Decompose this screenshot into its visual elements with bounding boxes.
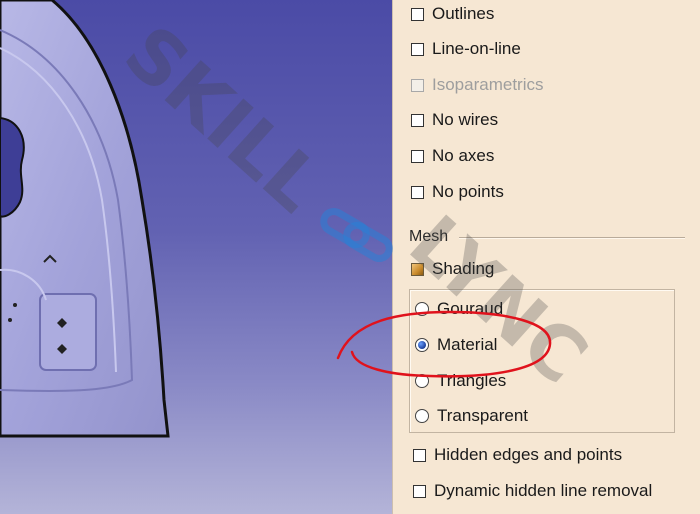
shading-label: Shading	[432, 259, 495, 278]
option-outlines[interactable]: Outlines	[411, 3, 494, 25]
triangles-radio[interactable]	[415, 374, 429, 388]
mesh-section-title: Mesh	[409, 228, 449, 245]
gouraud-label: Gouraud	[437, 299, 504, 318]
option-no-points[interactable]: No points	[411, 181, 504, 203]
radio-transparent[interactable]: Transparent	[415, 405, 528, 427]
option-no-axes[interactable]: No axes	[411, 145, 494, 167]
option-hidden-edges[interactable]: Hidden edges and points	[413, 444, 622, 466]
no-points-label: No points	[432, 182, 504, 201]
option-shading[interactable]: Shading	[411, 258, 494, 280]
transparent-label: Transparent	[437, 406, 529, 425]
radio-gouraud[interactable]: Gouraud	[415, 298, 503, 320]
part-geometry	[0, 0, 170, 438]
option-dynamic-hidden-line[interactable]: Dynamic hidden line removal	[413, 480, 652, 502]
no-axes-checkbox[interactable]	[411, 149, 424, 163]
material-label: Material	[437, 335, 498, 354]
hidden-edges-checkbox[interactable]	[413, 448, 426, 462]
radio-material[interactable]: Material	[415, 334, 497, 356]
mesh-section-divider	[459, 237, 685, 239]
no-points-checkbox[interactable]	[411, 185, 424, 199]
dynamic-hidden-checkbox[interactable]	[413, 484, 426, 498]
shading-checkbox[interactable]	[411, 262, 424, 276]
triangles-label: Triangles	[437, 371, 507, 390]
outlines-checkbox[interactable]	[411, 7, 424, 21]
part-pocket	[39, 293, 97, 371]
line-on-line-checkbox[interactable]	[411, 42, 424, 56]
no-wires-label: No wires	[432, 110, 499, 129]
display-options-panel: Outlines Line-on-line Isoparametrics No …	[392, 0, 700, 514]
hidden-edges-label: Hidden edges and points	[434, 445, 623, 464]
isoparametrics-label: Isoparametrics	[432, 75, 544, 94]
outlines-label: Outlines	[432, 4, 495, 23]
option-isoparametrics: Isoparametrics	[411, 74, 543, 96]
no-wires-checkbox[interactable]	[411, 113, 424, 127]
transparent-radio[interactable]	[415, 409, 429, 423]
no-axes-label: No axes	[432, 146, 495, 165]
dynamic-hidden-label: Dynamic hidden line removal	[434, 481, 653, 500]
line-on-line-label: Line-on-line	[432, 39, 521, 58]
3d-viewport[interactable]	[0, 0, 392, 514]
part-cutout	[0, 116, 25, 218]
isoparametrics-checkbox	[411, 78, 424, 92]
gouraud-radio[interactable]	[415, 302, 429, 316]
option-line-on-line[interactable]: Line-on-line	[411, 38, 521, 60]
radio-triangles[interactable]: Triangles	[415, 370, 506, 392]
material-radio[interactable]	[415, 338, 429, 352]
option-no-wires[interactable]: No wires	[411, 109, 498, 131]
screen: Outlines Line-on-line Isoparametrics No …	[0, 0, 700, 514]
